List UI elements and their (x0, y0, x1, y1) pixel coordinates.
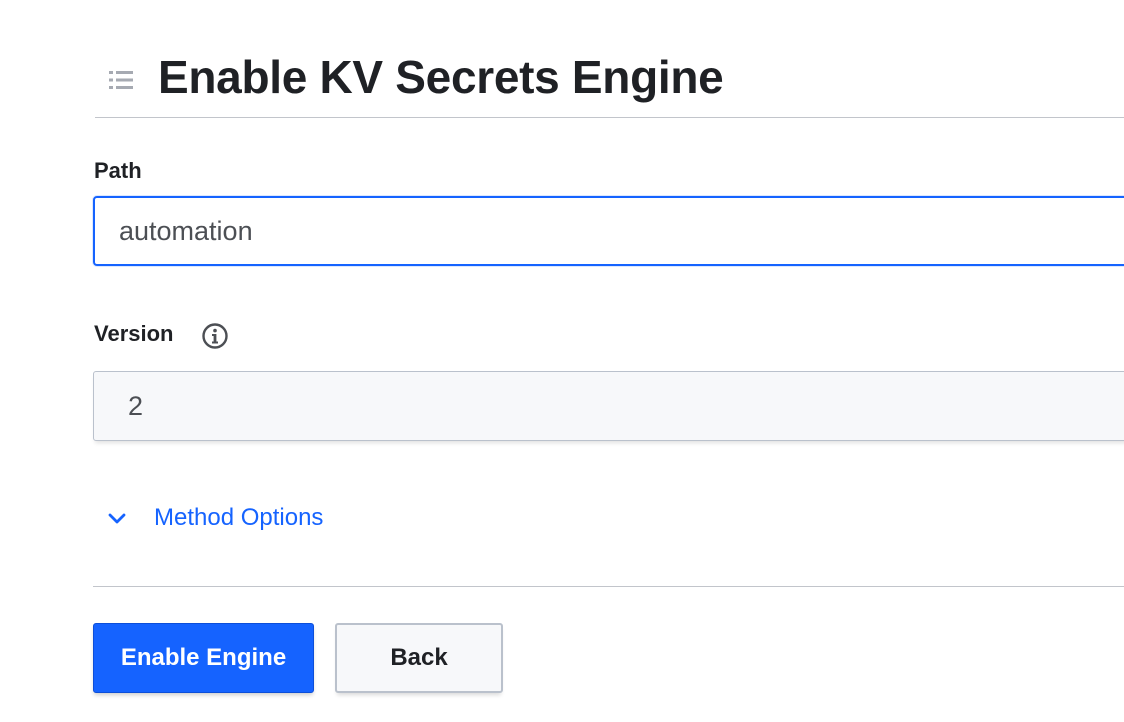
method-options-label: Method Options (154, 504, 324, 531)
version-value: 2 (128, 390, 144, 421)
path-label: Path (94, 158, 142, 183)
page-header: Enable KV Secrets Engine (95, 44, 1124, 118)
chevron-down-icon (108, 513, 126, 524)
back-button[interactable]: Back (335, 623, 503, 693)
page-title: Enable KV Secrets Engine (158, 51, 724, 103)
enable-engine-button[interactable]: Enable Engine (93, 623, 314, 693)
version-label: Version (94, 321, 174, 346)
divider (93, 586, 1124, 587)
path-input[interactable] (93, 196, 1124, 266)
list-icon (109, 71, 133, 89)
version-select[interactable]: 2 (93, 371, 1124, 441)
info-icon[interactable] (201, 322, 229, 350)
method-options-toggle[interactable]: Method Options (104, 500, 323, 536)
